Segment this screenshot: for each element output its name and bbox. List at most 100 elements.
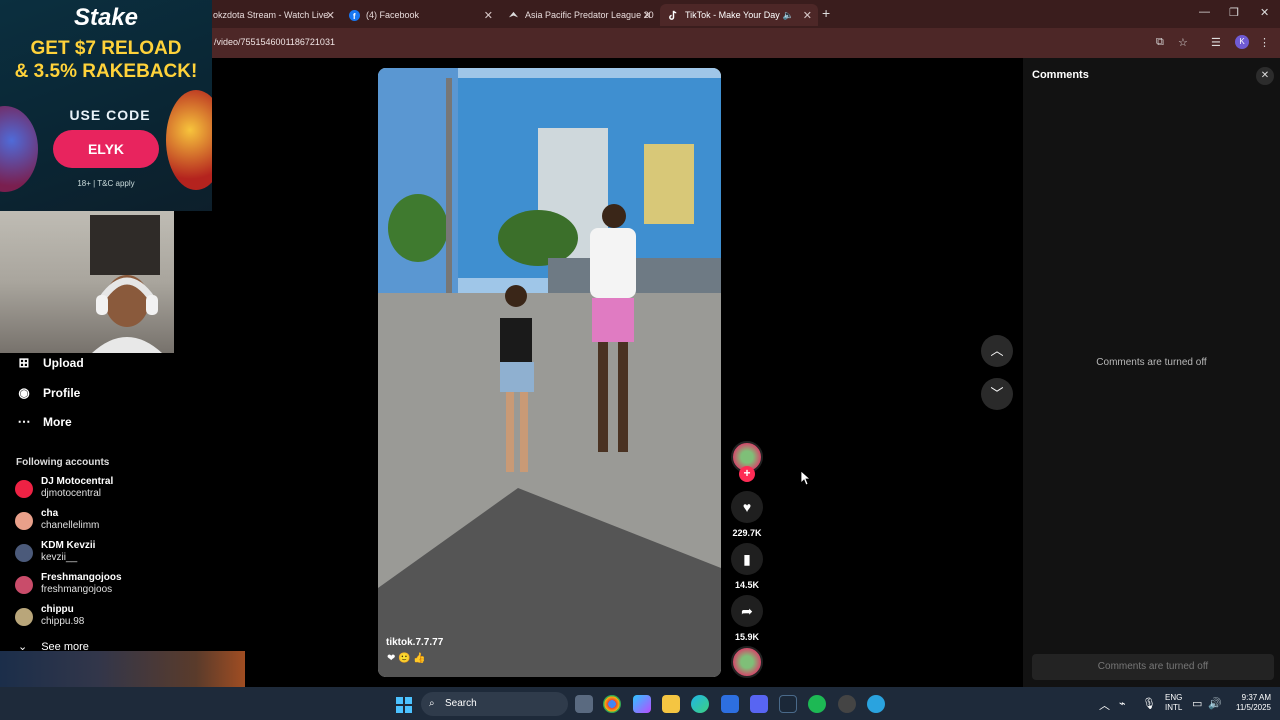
new-tab-button[interactable]: + [822, 5, 830, 21]
share-count: 15.9K [734, 632, 760, 642]
save-button[interactable]: ▮ [731, 543, 763, 575]
screen: okzdota Stream - Watch Live ✕ f (4) Face… [0, 0, 1280, 720]
keyboard-layout: INTL [1165, 703, 1183, 712]
telegram-icon[interactable] [867, 695, 885, 713]
account-item[interactable]: KDM Kevzii kevzii__ [15, 540, 95, 564]
account-handle: chanellelimm [41, 520, 100, 531]
profile-avatar[interactable]: K [1235, 35, 1249, 49]
share-arrow-icon: ➦ [741, 603, 753, 619]
speaker-icon[interactable]: 🔈 [783, 10, 794, 21]
app-icon[interactable] [838, 695, 856, 713]
predator-icon [508, 11, 519, 17]
url-field[interactable]: /video/7551546001186721031 [214, 37, 335, 47]
sidebar-item-profile[interactable]: ◉ Profile [16, 385, 80, 401]
steam-icon[interactable] [779, 695, 797, 713]
stake-ad[interactable]: Stake GET $7 RELOAD & 3.5% RAKEBACK! USE… [0, 0, 212, 211]
tab-title: Asia Pacific Predator League 20 [525, 10, 654, 20]
install-icon[interactable]: ⧉ [1156, 36, 1164, 49]
tiktok-icon [669, 10, 677, 20]
close-icon[interactable]: ✕ [643, 9, 652, 22]
tab-predator-league[interactable]: Asia Pacific Predator League 20 ✕ [500, 4, 658, 26]
window-close-icon[interactable]: ✕ [1260, 6, 1269, 19]
previous-video-button[interactable]: ︿ [981, 335, 1013, 367]
minimize-icon[interactable]: — [1199, 6, 1210, 18]
clock-date: 11/5/2025 [1236, 703, 1271, 712]
comments-off-message: Comments are turned off [1096, 357, 1207, 368]
sidebar-item-label: More [43, 415, 72, 429]
account-item[interactable]: chippu chippu.98 [15, 604, 84, 628]
video-caption[interactable]: tiktok.7.7.77 [386, 637, 443, 648]
display-icon[interactable]: ▭ [1192, 697, 1202, 710]
bookmark-icon: ▮ [743, 551, 751, 567]
task-view-icon[interactable] [575, 695, 593, 713]
like-button[interactable]: ♥ [731, 491, 763, 523]
ad-slot-graphic [166, 90, 212, 190]
avatar [15, 544, 33, 562]
tab-tiktok[interactable]: TikTok - Make Your Day 🔈 ✕ [660, 4, 818, 26]
search-label: Search [445, 698, 477, 709]
sidebar-item-upload[interactable]: ⊞ Upload [16, 355, 84, 371]
account-name: chippu [41, 604, 74, 615]
ad-fine-print: 18+ | T&C apply [77, 179, 135, 188]
mouse-cursor-icon [801, 471, 811, 486]
save-count: 14.5K [734, 580, 760, 590]
file-explorer-icon[interactable] [662, 695, 680, 713]
comment-input: Comments are turned off [1032, 654, 1274, 680]
tab-facebook[interactable]: f (4) Facebook ✕ [341, 4, 499, 26]
account-name: DJ Motocentral [41, 476, 114, 487]
next-video-button[interactable]: ﹀ [981, 378, 1013, 410]
network-icon[interactable]: ⌁ [1119, 697, 1126, 710]
close-icon[interactable]: ✕ [326, 9, 335, 22]
account-name: cha [41, 508, 59, 519]
account-name: KDM Kevzii [41, 540, 96, 551]
tab-stream[interactable]: okzdota Stream - Watch Live ✕ [205, 4, 341, 26]
ad-headline-1: GET $7 RELOAD [30, 38, 182, 59]
tray-chevron-icon[interactable]: ︿ [1099, 697, 1110, 713]
edge-icon[interactable] [691, 695, 709, 713]
close-icon[interactable]: ✕ [803, 9, 812, 22]
music-disc-avatar[interactable] [731, 646, 763, 678]
spotify-icon[interactable] [808, 695, 826, 713]
store-icon[interactable] [721, 695, 739, 713]
video-player[interactable] [378, 68, 721, 677]
bookmark-star-icon[interactable]: ☆ [1178, 36, 1188, 49]
account-item[interactable]: Freshmangojoos freshmangojoos [15, 572, 122, 596]
media-control-icon[interactable]: ☰ [1211, 36, 1221, 49]
video-frame [378, 68, 721, 677]
account-item[interactable]: cha chanellelimm [15, 508, 99, 532]
follow-plus-icon[interactable]: + [739, 466, 755, 482]
sidebar-item-more[interactable]: ⋯ More [16, 414, 72, 430]
mic-icon[interactable]: 🎙 [1142, 697, 1156, 710]
chrome-icon[interactable] [603, 695, 621, 713]
discord-icon[interactable] [750, 695, 768, 713]
restore-icon[interactable]: ❐ [1229, 6, 1239, 19]
comments-title: Comments [1032, 69, 1089, 81]
svg-text:f: f [353, 12, 356, 21]
heart-icon: ♥ [742, 499, 752, 515]
video-emoji-line: ❤ 🙂 👍 [387, 653, 426, 664]
share-button[interactable]: ➦ [731, 595, 763, 627]
avatar [15, 480, 33, 498]
language-code: ENG [1165, 693, 1183, 702]
close-icon[interactable]: ✕ [484, 9, 493, 22]
sidebar-item-label: Profile [43, 386, 81, 400]
menu-kebab-icon[interactable]: ⋮ [1259, 36, 1270, 49]
windows-start-icon[interactable] [396, 697, 412, 713]
copilot-icon[interactable] [633, 695, 651, 713]
system-clock[interactable]: 9:37 AM 11/5/2025 [1227, 693, 1271, 713]
search-icon: ⌕ [429, 698, 435, 709]
volume-icon[interactable]: 🔊 [1208, 697, 1222, 710]
taskbar-search[interactable]: ⌕ Search [421, 692, 568, 716]
webcam-overlay [0, 211, 174, 353]
tab-title: TikTok - Make Your Day [685, 10, 780, 20]
ad-code-button[interactable]: ELYK [53, 130, 159, 168]
avatar [15, 576, 33, 594]
clock-time: 9:37 AM [1241, 693, 1271, 702]
account-handle: kevzii__ [41, 552, 78, 563]
account-handle: djmotocentral [41, 488, 102, 499]
avatar [15, 512, 33, 530]
language-indicator[interactable]: ENG INTL [1165, 693, 1182, 713]
ad-ball-graphic [0, 106, 38, 192]
account-item[interactable]: DJ Motocentral djmotocentral [15, 476, 113, 500]
close-comments-button[interactable]: ✕ [1256, 67, 1274, 85]
